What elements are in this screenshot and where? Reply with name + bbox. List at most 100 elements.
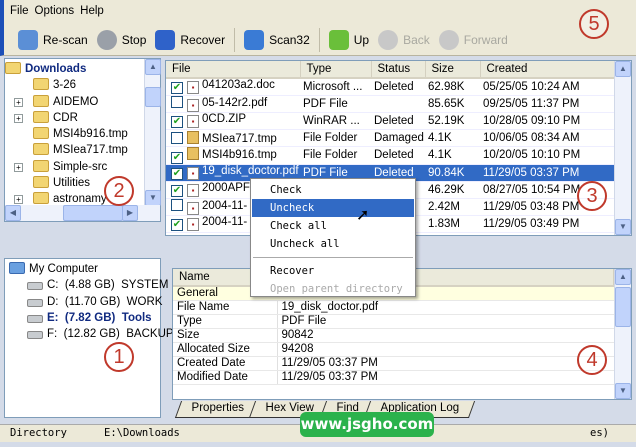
tree-item[interactable]: + AIDEMO <box>5 94 145 110</box>
menu-help[interactable]: Help <box>80 5 104 17</box>
tree-item-label: Simple-src <box>53 160 108 173</box>
property-row: Created Date 11/29/05 03:37 PM <box>173 356 614 371</box>
tree-item-label: astronamy <box>53 193 107 206</box>
cell-size: 4.1K <box>425 129 480 147</box>
my-computer-label: My Computer <box>29 263 99 275</box>
file-row[interactable]: ✔ MSI4b916.tmp File Folder Deleted 4.1K 10/20… <box>166 146 615 165</box>
scroll-up-icon[interactable]: ▲ <box>615 269 631 285</box>
scroll-down-icon[interactable]: ▼ <box>615 219 631 235</box>
row-checkbox[interactable]: ✔ <box>171 116 183 128</box>
scroll-left-icon[interactable]: ◀ <box>5 205 21 221</box>
cell-name: ▪ 05-142r2.pdf <box>166 95 300 113</box>
status-path: E:\Downloads <box>104 427 180 439</box>
cell-created: 10/20/05 10:10 PM <box>480 146 615 165</box>
drive-item[interactable]: D: (11.70 GB) WORK <box>5 294 163 310</box>
expand-icon[interactable]: + <box>14 162 23 172</box>
cell-created: 11/29/05 03:37 PM <box>480 164 615 182</box>
row-checkbox[interactable]: ✔ <box>171 82 183 94</box>
tree-item-label: 3-26 <box>53 79 77 92</box>
drive-label: D: (11.70 GB) WORK <box>47 295 163 308</box>
drive-item[interactable]: F: (12.82 GB) BACKUP <box>5 326 174 342</box>
tree-root-downloads[interactable]: Downloads <box>5 61 145 77</box>
folder-tree-panel: Downloads 3-26 + AIDEMO + CDR MSI4b916.tmp MSIe… <box>4 58 161 222</box>
stop-button[interactable]: Stop <box>96 29 146 50</box>
scroll-thumb[interactable] <box>615 287 631 327</box>
tree-item[interactable]: + CDR <box>5 110 145 126</box>
file-list-scrollbar[interactable]: ▲ ▼ <box>614 61 631 235</box>
cell-created: 10/06/05 08:34 AM <box>480 129 615 147</box>
expand-icon[interactable]: + <box>14 97 23 107</box>
menu-item-check-all[interactable]: Check all <box>252 217 414 235</box>
scroll-down-icon[interactable]: ▼ <box>145 190 161 206</box>
up-button[interactable]: Up <box>328 29 369 50</box>
properties-scrollbar[interactable]: ▲ ▼ <box>614 269 631 399</box>
menu-item-check[interactable]: Check <box>252 181 414 199</box>
tree-item[interactable]: MSI4b916.tmp <box>5 126 145 142</box>
toolbar: Re-scan Stop Recover Scan32 Up Back Forward <box>0 24 636 56</box>
cell-created: 09/25/05 11:37 PM <box>480 95 615 113</box>
scroll-up-icon[interactable]: ▲ <box>615 61 631 77</box>
my-computer[interactable]: My Computer <box>5 261 160 277</box>
re-scan-button[interactable]: Re-scan <box>18 29 88 50</box>
tree-horizontal-scrollbar[interactable]: ◀ ▶ <box>5 205 160 221</box>
column-header-size[interactable]: Size <box>425 61 481 79</box>
row-checkbox[interactable] <box>171 198 183 211</box>
column-header-status[interactable]: Status <box>371 61 426 79</box>
file-icon: ▪ <box>187 115 199 128</box>
scroll-right-icon[interactable]: ▶ <box>122 205 138 221</box>
tree-item[interactable]: + Simple-src <box>5 159 145 175</box>
callout-3: 3 <box>577 181 607 211</box>
row-checkbox[interactable] <box>171 95 183 108</box>
menu-file[interactable]: File <box>10 5 29 17</box>
file-row[interactable]: ✔ ▪ 041203a2.doc Microsoft ... Deleted 62.98K… <box>166 78 615 96</box>
column-header-file[interactable]: File <box>166 61 301 79</box>
row-checkbox[interactable]: ✔ <box>171 219 183 231</box>
row-checkbox[interactable] <box>171 131 183 144</box>
menu-item-uncheck[interactable]: Uncheck <box>252 199 414 217</box>
file-row[interactable]: MSIea717.tmp File Folder Damaged 4.1K 10/06/… <box>166 129 615 147</box>
property-name: File Name <box>173 300 278 315</box>
scroll-up-icon[interactable]: ▲ <box>145 59 161 75</box>
toolbar-separator <box>318 27 320 52</box>
tree-item[interactable]: 3-26 <box>5 77 145 93</box>
menu-item-recover[interactable]: Recover <box>252 262 414 280</box>
row-checkbox[interactable]: ✔ <box>171 168 183 180</box>
hscroll-thumb[interactable] <box>63 205 123 221</box>
column-header-type[interactable]: Type <box>300 61 372 79</box>
toolbar-separator <box>234 27 236 52</box>
expand-icon[interactable]: + <box>14 113 23 123</box>
property-value: PDF File <box>277 314 614 329</box>
file-row[interactable]: ✔ ▪ 0CD.ZIP WinRAR ... Deleted 52.19K 10/28/05… <box>166 112 615 130</box>
menu-item-uncheck-all[interactable]: Uncheck all <box>252 235 414 253</box>
recover-button[interactable]: Recover <box>155 29 225 50</box>
folder-icon <box>187 146 199 160</box>
property-value: 19_disk_doctor.pdf <box>277 300 614 315</box>
menu-separator <box>253 257 413 258</box>
file-row[interactable]: ▪ 05-142r2.pdf PDF File 85.65K 09/25/05 11:3… <box>166 95 615 113</box>
cell-created: 10/28/05 09:10 PM <box>480 112 615 130</box>
scan32-button[interactable]: Scan32 <box>244 29 310 50</box>
floppy-recover-icon <box>155 29 176 50</box>
back-button[interactable]: Back <box>378 29 430 50</box>
drive-item[interactable]: E: (7.82 GB) Tools <box>5 310 160 326</box>
tree-vertical-scrollbar[interactable]: ▲ ▼ <box>144 59 161 206</box>
watermark: www.jsgho.com <box>300 412 434 437</box>
column-header-created[interactable]: Created <box>480 61 616 79</box>
row-checkbox[interactable]: ✔ <box>171 185 183 197</box>
scroll-thumb[interactable] <box>145 87 161 107</box>
file-icon: ▪ <box>187 218 199 231</box>
cell-size: 85.65K <box>425 95 480 113</box>
tree-item[interactable]: MSIea717.tmp <box>5 142 145 158</box>
up-folder-icon <box>328 29 349 50</box>
drive-item[interactable]: C: (4.88 GB) SYSTEM <box>5 277 168 293</box>
expand-icon[interactable]: + <box>14 195 23 205</box>
row-checkbox[interactable]: ✔ <box>171 151 183 163</box>
tab-properties[interactable]: Properties <box>174 401 260 418</box>
scroll-down-icon[interactable]: ▼ <box>615 383 631 399</box>
back-arrow-icon <box>378 29 399 50</box>
callout-5: 5 <box>579 9 609 39</box>
forward-button[interactable]: Forward <box>438 29 508 50</box>
cell-status: Deleted <box>371 146 425 165</box>
menu-options[interactable]: Options <box>35 5 75 17</box>
cell-name: MSIea717.tmp <box>166 129 300 147</box>
